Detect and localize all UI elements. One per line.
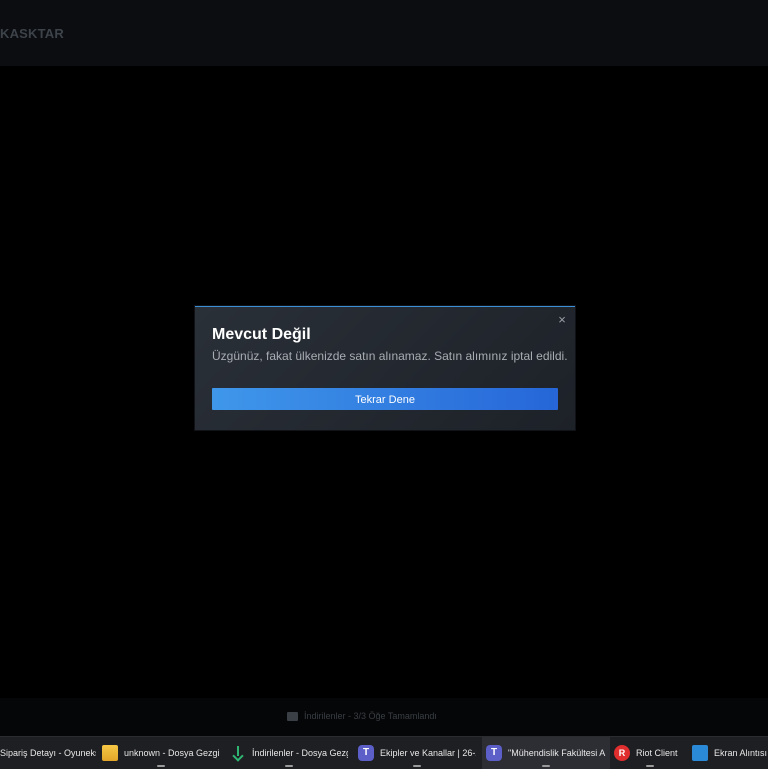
close-icon[interactable]: × — [555, 313, 569, 327]
taskbar-item-label: unknown - Dosya Gezgini — [124, 748, 220, 758]
taskbar-item-oyuneks[interactable]: Sipariş Detayı - Oyuneks — [0, 737, 96, 769]
taskbar-running-indicator — [542, 765, 550, 767]
dialog-title: Mevcut Değil — [212, 326, 311, 343]
downloads-icon — [287, 711, 298, 721]
taskbar-item-label: Riot Client — [636, 748, 678, 758]
taskbar-item-snipping-tool[interactable]: Ekran Alıntısı — [692, 737, 768, 769]
store-header: KASKTAR — [0, 0, 768, 66]
downloads-bar: İndirilenler - 3/3 Öğe Tamamlandı — [0, 698, 768, 736]
folder-icon — [102, 745, 118, 761]
brand-logo-text[interactable]: KASKTAR — [0, 26, 64, 41]
taskbar-running-indicator — [157, 765, 165, 767]
taskbar-running-indicator — [646, 765, 654, 767]
taskbar-running-indicator — [413, 765, 421, 767]
teams-icon: T — [486, 745, 502, 761]
taskbar-item-label: Sipariş Detayı - Oyuneks — [0, 748, 96, 758]
taskbar: Sipariş Detayı - Oyuneks unknown - Dosya… — [0, 736, 768, 769]
downloads-status[interactable]: İndirilenler - 3/3 Öğe Tamamlandı — [287, 711, 437, 721]
downloads-status-text: İndirilenler - 3/3 Öğe Tamamlandı — [304, 711, 437, 721]
taskbar-item-riot-client[interactable]: R Riot Client — [614, 737, 686, 769]
taskbar-item-label: Ekran Alıntısı — [714, 748, 768, 758]
taskbar-item-label: Ekipler ve Kanallar | 26-27 — [380, 748, 476, 758]
taskbar-item-explorer-unknown[interactable]: unknown - Dosya Gezgini — [102, 737, 220, 769]
taskbar-item-explorer-downloads[interactable]: İndirilenler - Dosya Gezgini — [230, 737, 348, 769]
taskbar-running-indicator — [285, 765, 293, 767]
dialog-message: Üzgünüz, fakat ülkenizde satın alınamaz.… — [212, 349, 568, 363]
taskbar-item-label: İndirilenler - Dosya Gezgini — [252, 748, 348, 758]
taskbar-item-label: "Mühendislik Fakültesi A — [508, 748, 606, 758]
taskbar-item-teams-faculty[interactable]: T "Mühendislik Fakültesi A — [482, 737, 610, 769]
snipping-tool-icon — [692, 745, 708, 761]
taskbar-item-teams-channels[interactable]: T Ekipler ve Kanallar | 26-27 — [358, 737, 476, 769]
unavailable-dialog: × Mevcut Değil Üzgünüz, fakat ülkenizde … — [195, 306, 575, 430]
download-icon — [230, 745, 246, 761]
riot-icon: R — [614, 745, 630, 761]
retry-button[interactable]: Tekrar Dene — [212, 388, 558, 410]
teams-icon: T — [358, 745, 374, 761]
